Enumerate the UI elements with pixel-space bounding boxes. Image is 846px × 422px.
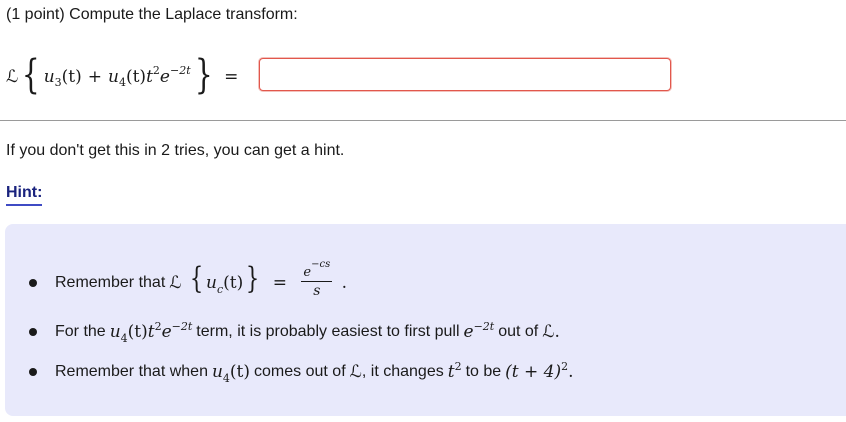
hint-2-pull-e: e <box>463 322 474 342</box>
hint-2-out-of: out of <box>498 323 539 340</box>
hint-3-to-be: to be <box>465 363 502 380</box>
term1-func: u <box>43 67 55 87</box>
hint-1-numerator-exponent: −cs <box>311 259 331 271</box>
hint-3-func: u <box>211 362 223 382</box>
bullet-icon <box>29 278 37 287</box>
hint-1-func-subscript: c <box>216 283 224 296</box>
hint-2-operator: ℒ <box>542 322 555 342</box>
right-brace: } <box>194 52 213 98</box>
hint-3-term: u4(t) <box>211 362 251 385</box>
left-brace: { <box>22 52 40 98</box>
hint-1-operator: ℒ <box>169 273 182 293</box>
hint-2-t: t <box>147 322 155 342</box>
hint-2-middle: term, it is probably easiest to first pu… <box>196 323 460 340</box>
hint-2-suffix: . <box>554 322 560 342</box>
hint-3-t-exponent: 2 <box>454 360 462 373</box>
hint-3-middle: comes out of <box>254 363 346 380</box>
hint-2-func-arg: (t) <box>127 322 148 342</box>
hint-3-func-arg: (t) <box>229 362 251 382</box>
term2-t-exponent: 2 <box>152 63 160 77</box>
problem-title: (1 point) Compute the Laplace transform: <box>6 6 298 23</box>
term1-subscript: 3 <box>54 75 62 89</box>
hint-1-numerator: e−cs <box>301 259 333 282</box>
hint-3-replacement: (t + 4) <box>505 362 562 382</box>
hint-1-denominator: s <box>313 283 321 299</box>
hint-3-operator-wrap: ℒ <box>350 362 362 382</box>
hint-3-replacement-exponent: 2 <box>561 360 569 373</box>
tries-note: If you don't get this in 2 tries, you ca… <box>6 142 345 159</box>
term2-arg: (t) <box>125 67 147 87</box>
hint-3-prefix: Remember that when <box>55 363 208 380</box>
hint-3-operator: ℒ <box>349 362 362 382</box>
bullet-icon <box>29 328 37 336</box>
hint-1-fraction: e−cs s <box>301 259 333 301</box>
hint-item-2: For the u4(t)t2e−2t term, it is probably… <box>29 320 564 345</box>
hint-2-prefix: For the <box>55 323 106 340</box>
hint-3-t-wrap: t2 <box>447 360 462 382</box>
hint-2-e-exponent: −2t <box>171 320 193 333</box>
hint-2-term: u4(t)t2e−2t <box>109 320 193 345</box>
hint-1-left-brace: { <box>189 261 204 296</box>
hint-2-operator-wrap: ℒ. <box>542 322 560 342</box>
hint-3-t: t <box>447 362 455 382</box>
hint-3-func-subscript: 4 <box>222 372 230 385</box>
hint-1-func: u <box>206 273 217 293</box>
hint-2-func-subscript: 4 <box>120 332 128 345</box>
term2-e: e <box>159 67 170 87</box>
laplace-operator: ℒ <box>6 67 19 87</box>
bullet-icon <box>29 368 37 376</box>
hint-1-equals: = <box>272 273 287 293</box>
hint-1-right-brace: } <box>246 261 260 296</box>
term2-subscript: 4 <box>118 75 126 89</box>
equation-row: ℒ { u 3 (t) + u 4 (t) t 2 e −2t } = <box>6 52 846 102</box>
hint-item-1: Remember that ℒ {uc(t)} = e−cs s . <box>29 259 351 302</box>
laplace-equation: ℒ { u 3 (t) + u 4 (t) t 2 e −2t } = <box>6 52 238 102</box>
hint-2-e: e <box>161 322 172 342</box>
answer-input[interactable] <box>259 58 671 91</box>
hint-3-replacement-wrap: (t + 4)2. <box>505 360 574 382</box>
term2-t: t <box>146 67 153 87</box>
plus-sign: + <box>87 67 103 87</box>
hint-2-func: u <box>109 322 121 342</box>
section-divider <box>0 120 846 121</box>
hint-1-func-arg: (t) <box>223 273 244 293</box>
hint-1-math: ℒ {uc(t)} = e−cs s . <box>169 259 348 302</box>
hint-2-t-exponent: 2 <box>154 320 162 333</box>
hint-1-suffix: . <box>341 273 348 293</box>
hint-2-pull-e-exponent: −2t <box>473 320 495 333</box>
hint-1-prefix: Remember that <box>55 273 166 291</box>
hint-3-suffix: . <box>568 362 574 382</box>
hint-panel: Remember that ℒ {uc(t)} = e−cs s . For t… <box>5 224 846 416</box>
term2-func: u <box>108 67 119 87</box>
hint-item-3: Remember that when u4(t) comes out of ℒ … <box>29 360 578 385</box>
equals-sign: = <box>224 67 239 87</box>
hint-toggle[interactable]: Hint: <box>6 184 43 206</box>
term2-e-exponent: −2t <box>169 63 191 77</box>
hint-3-middle2: , it changes <box>361 363 444 380</box>
hint-2-pull-term: e−2t <box>463 320 495 342</box>
term1-arg: (t) <box>61 67 82 87</box>
